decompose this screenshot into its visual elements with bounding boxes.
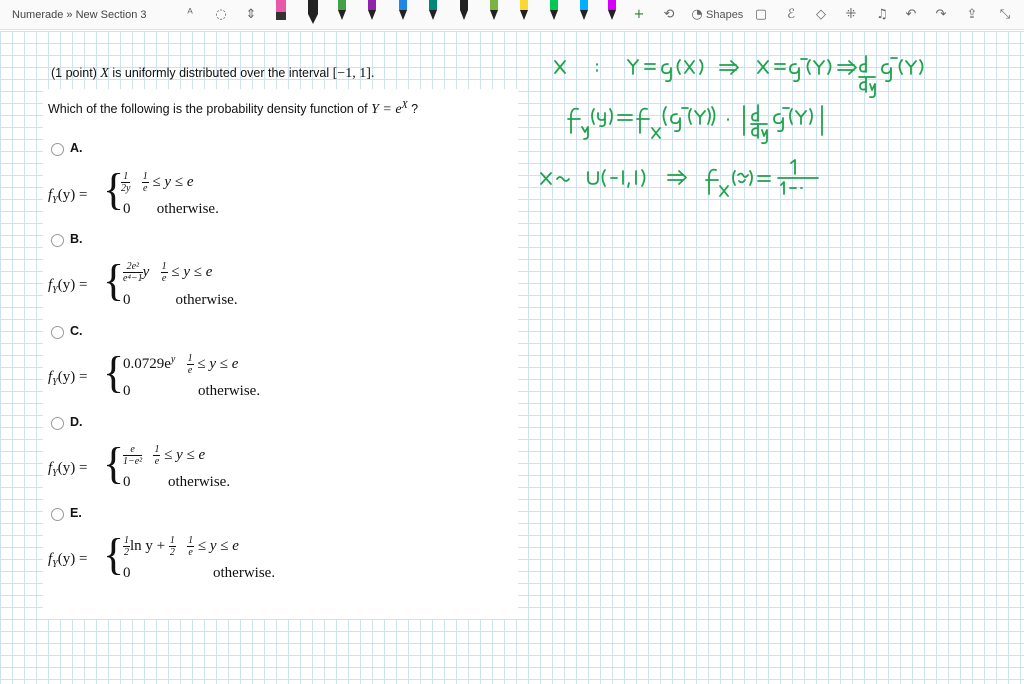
shapes-button[interactable]: Shapes bbox=[706, 9, 743, 21]
pen-purple-icon[interactable] bbox=[364, 0, 378, 26]
green-ink-derivation bbox=[540, 55, 924, 197]
pen-bright-green-icon[interactable] bbox=[546, 0, 560, 26]
bell-icon[interactable]: ♫ bbox=[873, 6, 891, 24]
pen-teal-icon[interactable] bbox=[425, 0, 439, 26]
eraser-icon[interactable]: ◇ bbox=[812, 6, 830, 24]
pen-black-icon[interactable] bbox=[305, 0, 319, 26]
pen-lime-icon[interactable] bbox=[486, 0, 500, 26]
notebook-breadcrumb[interactable]: Numerade » New Section 3 bbox=[12, 9, 147, 21]
pen-cyan-icon[interactable] bbox=[576, 0, 590, 26]
pen-dark-icon[interactable] bbox=[456, 0, 470, 26]
lasso-icon[interactable]: ◌ bbox=[212, 6, 230, 24]
share-icon[interactable]: ⇪ bbox=[963, 6, 981, 24]
shapes-icon[interactable]: ◔ bbox=[688, 6, 706, 24]
redo-icon[interactable]: ↷ bbox=[932, 6, 950, 24]
add-pen-icon[interactable]: + bbox=[630, 6, 648, 24]
add-space-icon[interactable]: ⇕ bbox=[242, 6, 260, 24]
pen-green-icon[interactable] bbox=[334, 0, 348, 26]
insert-text-icon[interactable]: ᴬ bbox=[181, 6, 199, 24]
ink-to-shape-icon[interactable]: ⟲ bbox=[660, 6, 678, 24]
ink-to-math-icon[interactable]: ℰ bbox=[782, 6, 800, 24]
pen-yellow-icon[interactable] bbox=[516, 0, 530, 26]
ruler-icon[interactable]: ⁜ bbox=[842, 6, 860, 24]
undo-icon[interactable]: ↶ bbox=[902, 6, 920, 24]
drawing-canvas[interactable]: (1 point) X is uniformly distributed ove… bbox=[0, 31, 1024, 684]
pen-magenta-icon[interactable] bbox=[604, 0, 618, 26]
ink-to-text-icon[interactable]: ▢ bbox=[752, 6, 770, 24]
pen-pink-icon[interactable] bbox=[273, 0, 287, 26]
collapse-icon[interactable]: ⤡ bbox=[996, 6, 1014, 24]
handwritten-ink bbox=[540, 55, 924, 197]
toolbar: Numerade » New Section 3 ᴬ ◌ ⇕ + ⟲ ◔ Sha… bbox=[0, 0, 1024, 30]
pen-blue-icon[interactable] bbox=[395, 0, 409, 26]
